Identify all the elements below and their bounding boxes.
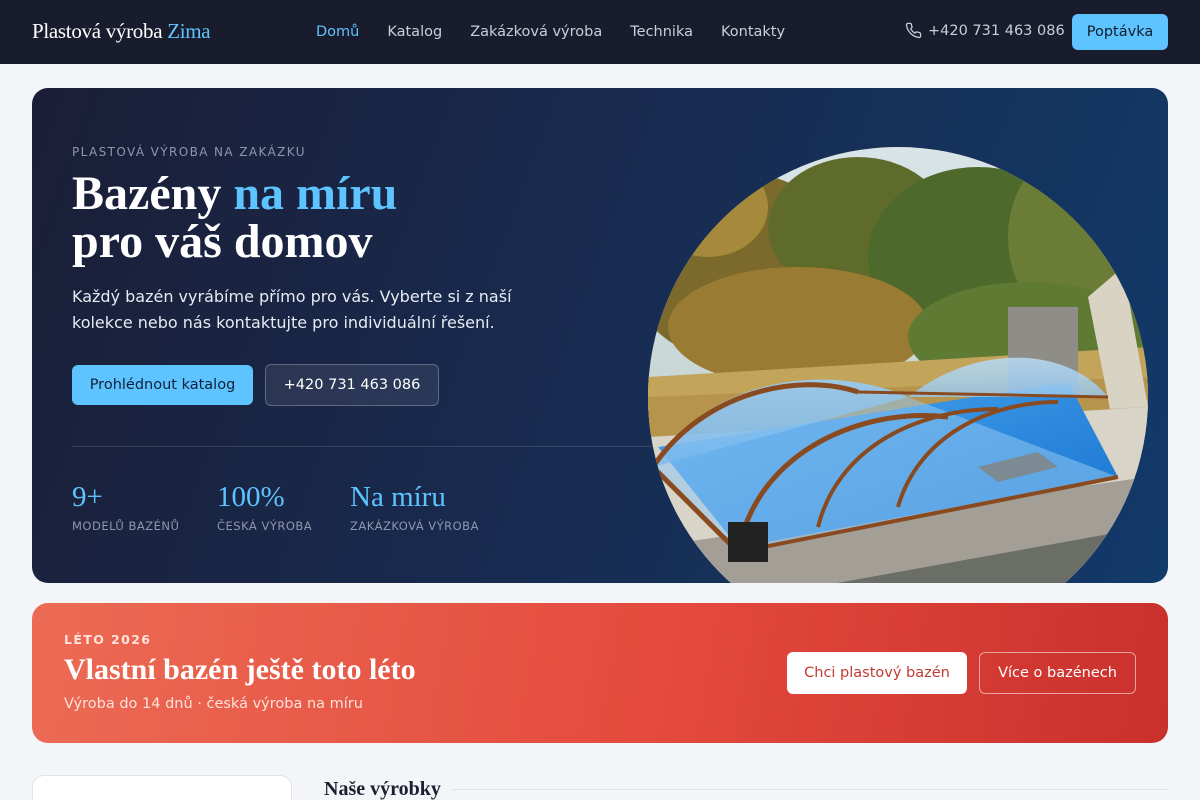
promo-subtitle: Výroba do 14 dnů · česká výroba na míru xyxy=(64,696,363,712)
stat-models: 9+ MODELŮ BAZÉNŮ xyxy=(72,480,179,533)
brand-name-accent: Zima xyxy=(167,19,211,43)
more-about-pools-button[interactable]: Více o bazénech xyxy=(979,652,1136,694)
header-phone-link[interactable]: +420 731 463 086 xyxy=(905,22,1065,39)
pool-illustration xyxy=(648,147,1148,583)
phone-icon xyxy=(905,22,922,39)
hero-title: Bazény na míru pro váš domov xyxy=(72,170,397,266)
brand-name: Plastová výroba xyxy=(32,19,163,43)
sidebar-card xyxy=(32,775,292,800)
want-plastic-pool-button[interactable]: Chci plastový bazén xyxy=(787,652,967,694)
main-nav: Domů Katalog Zakázková výroba Technika K… xyxy=(316,0,813,64)
nav-item-custom-production[interactable]: Zakázková výroba xyxy=(470,24,602,40)
hero-eyebrow: PLASTOVÁ VÝROBA NA ZAKÁZKU xyxy=(72,145,306,159)
stat-custom: Na míru ZAKÁZKOVÁ VÝROBA xyxy=(350,480,479,533)
browse-catalog-button[interactable]: Prohlédnout katalog xyxy=(72,365,253,405)
inquiry-button[interactable]: Poptávka xyxy=(1072,14,1168,50)
products-section-divider xyxy=(452,789,1168,790)
summer-promo-banner: LÉTO 2026 Vlastní bazén ještě toto léto … xyxy=(32,603,1168,743)
stat-custom-value: Na míru xyxy=(350,481,446,513)
stat-models-label: MODELŮ BAZÉNŮ xyxy=(72,519,180,533)
promo-eyebrow: LÉTO 2026 xyxy=(64,632,152,647)
stat-czech-production-value: 100% xyxy=(217,481,285,513)
hero-description: Každý bazén vyrábíme přímo pro vás. Vybe… xyxy=(72,287,512,332)
pool-photo xyxy=(648,147,1148,583)
promo-title: Vlastní bazén ještě toto léto xyxy=(64,653,416,686)
nav-item-contacts[interactable]: Kontakty xyxy=(721,24,785,40)
stat-czech-production-label: ČESKÁ VÝROBA xyxy=(217,519,313,533)
stat-models-value: 9+ xyxy=(72,481,103,513)
nav-item-catalog[interactable]: Katalog xyxy=(387,24,442,40)
stat-czech-production: 100% ČESKÁ VÝROBA xyxy=(217,480,312,533)
top-navigation-bar: Plastová výroba Zima Domů Katalog Zakázk… xyxy=(0,0,1200,64)
hero-title-accent: na míru xyxy=(233,167,398,220)
hero-divider xyxy=(72,446,652,447)
nav-item-home[interactable]: Domů xyxy=(316,24,359,40)
hero-title-line2: pro váš domov xyxy=(72,215,373,268)
hero-phone-button[interactable]: +420 731 463 086 xyxy=(265,364,439,406)
hero-title-main: Bazény xyxy=(72,167,222,220)
nav-item-technology[interactable]: Technika xyxy=(630,24,693,40)
stat-custom-label: ZAKÁZKOVÁ VÝROBA xyxy=(350,519,479,533)
products-section-title: Naše výrobky xyxy=(324,778,441,800)
brand-logo[interactable]: Plastová výroba Zima xyxy=(32,19,211,44)
hero-banner: PLASTOVÁ VÝROBA NA ZAKÁZKU Bazény na mír… xyxy=(32,88,1168,583)
header-phone-number: +420 731 463 086 xyxy=(928,22,1065,39)
